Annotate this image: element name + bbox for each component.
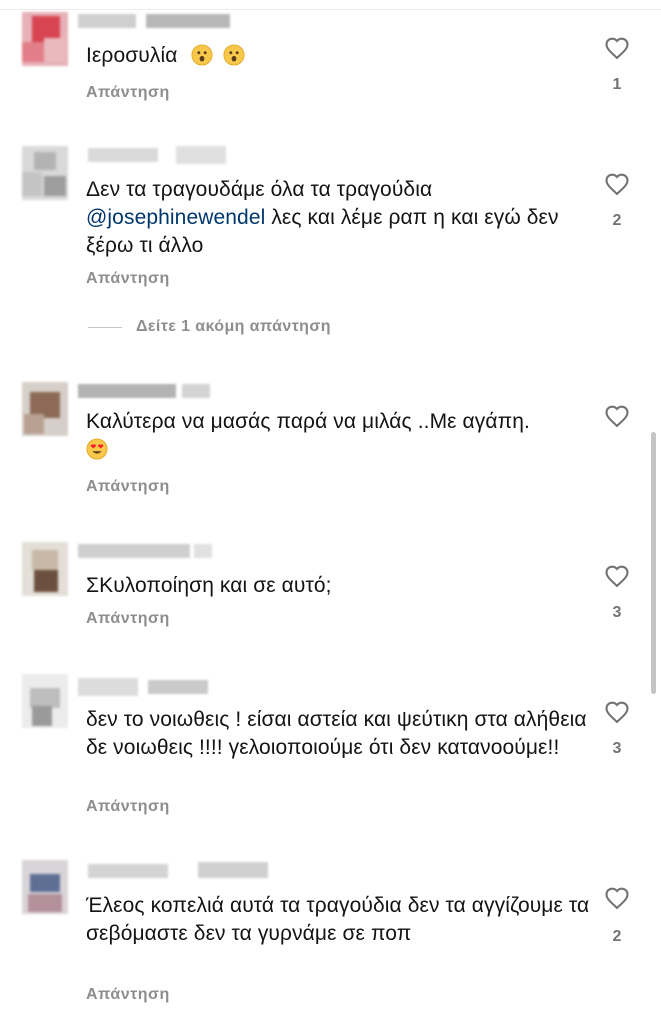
face-with-open-mouth-icon bbox=[223, 44, 245, 66]
username-redacted[interactable] bbox=[78, 678, 238, 696]
avatar[interactable] bbox=[22, 12, 68, 66]
heart-outline-icon[interactable] bbox=[602, 170, 632, 198]
view-more-replies-label[interactable]: Δείτε 1 ακόμη απάντηση bbox=[136, 318, 331, 336]
reply-button[interactable]: Απάντηση bbox=[86, 270, 170, 288]
reply-button[interactable]: Απάντηση bbox=[86, 478, 170, 496]
comment-text: Ιεροσυλία bbox=[86, 42, 596, 70]
reply-button[interactable]: Απάντηση bbox=[86, 84, 170, 102]
like-count: 3 bbox=[612, 604, 622, 621]
avatar[interactable] bbox=[22, 146, 68, 200]
comment-text: Έλεος κοπελιά αυτά τα τραγούδια δεν τα α… bbox=[86, 894, 590, 945]
top-divider bbox=[0, 9, 661, 10]
user-mention-link[interactable]: @josephinewendel bbox=[86, 206, 265, 229]
like-count: 1 bbox=[612, 76, 622, 93]
comment-text: Καλύτερα να μασάς παρά να μιλάς ..Με αγά… bbox=[86, 408, 596, 464]
username-redacted[interactable] bbox=[78, 14, 238, 32]
view-more-divider bbox=[88, 327, 122, 328]
reply-button[interactable]: Απάντηση bbox=[86, 610, 170, 628]
heart-outline-icon[interactable] bbox=[602, 884, 632, 912]
heart-outline-icon[interactable] bbox=[602, 34, 632, 62]
reply-button[interactable]: Απάντηση bbox=[86, 798, 170, 816]
username-redacted[interactable] bbox=[78, 382, 238, 400]
heart-outline-icon[interactable] bbox=[602, 402, 632, 430]
avatar[interactable] bbox=[22, 542, 68, 596]
scrollbar[interactable] bbox=[651, 432, 656, 694]
heart-outline-icon[interactable] bbox=[602, 698, 632, 726]
like-count: 2 bbox=[612, 212, 622, 229]
avatar[interactable] bbox=[22, 860, 68, 914]
face-with-open-mouth-icon bbox=[191, 44, 213, 66]
comment-text: ΣΚυλοποίηση και σε αυτό; bbox=[86, 574, 332, 597]
username-redacted[interactable] bbox=[78, 542, 238, 560]
avatar[interactable] bbox=[22, 674, 68, 728]
avatar[interactable] bbox=[22, 382, 68, 436]
username-redacted[interactable] bbox=[78, 862, 278, 880]
like-count: 3 bbox=[612, 740, 622, 757]
heart-outline-icon[interactable] bbox=[602, 562, 632, 590]
heart-eyes-icon bbox=[86, 438, 108, 460]
like-count: 2 bbox=[612, 928, 622, 945]
reply-button[interactable]: Απάντηση bbox=[86, 986, 170, 1004]
comment-text: δεν το νοιωθεις ! είσαι αστεία και ψεύτι… bbox=[86, 708, 587, 759]
username-redacted[interactable] bbox=[78, 146, 238, 164]
comment-text: Δεν τα τραγουδάμε όλα τα τραγούδια @jose… bbox=[86, 178, 559, 257]
